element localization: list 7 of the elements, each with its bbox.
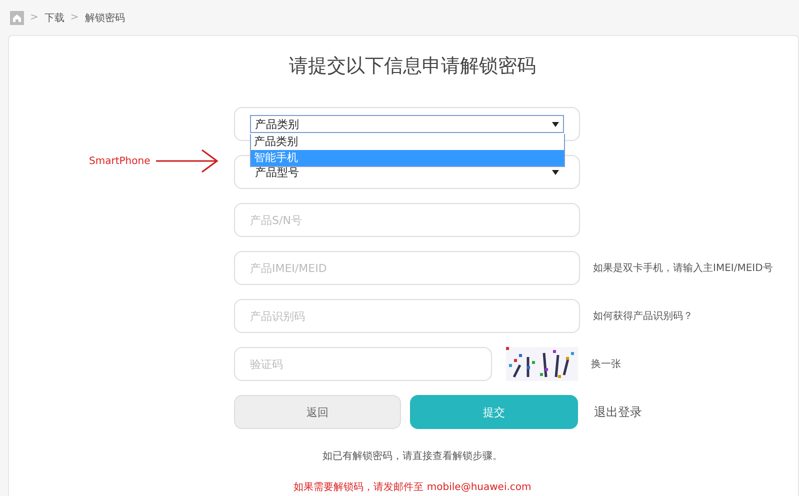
info-text: 如已有解锁密码，请直接查看解锁步骤。 <box>322 450 504 463</box>
hint-text: 如果是双卡手机，请输入主IMEI/MEID号 <box>593 262 773 275</box>
annotation-text: SmartPhone <box>89 156 150 166</box>
contact-text: 如果需要解锁码，请发邮件至 mobile@huawei.com <box>292 480 532 494</box>
page-title: 请提交以下信息申请解锁密码 <box>288 54 537 79</box>
breadcrumb-separator: > <box>30 12 38 23</box>
breadcrumb-separator: > <box>70 12 79 23</box>
